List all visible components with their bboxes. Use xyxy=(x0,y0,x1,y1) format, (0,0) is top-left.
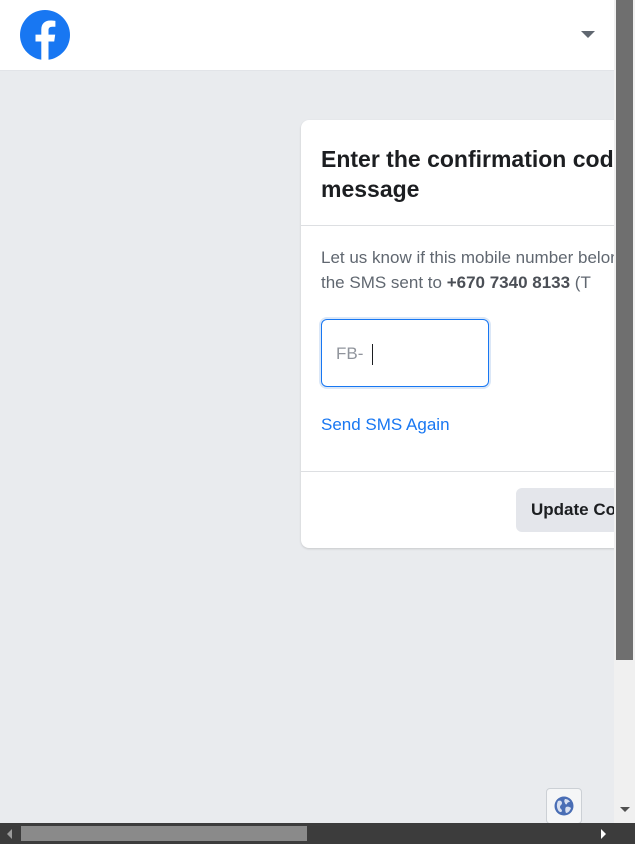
horizontal-scroll-thumb[interactable] xyxy=(21,826,307,841)
vertical-scroll-thumb[interactable] xyxy=(616,0,633,660)
phone-number: +670 7340 8133 xyxy=(446,273,571,292)
card-title: Enter the confirmation code from the tex… xyxy=(321,146,614,202)
vertical-scrollbar[interactable] xyxy=(614,0,635,823)
caret-down-icon[interactable] xyxy=(581,31,595,38)
code-prefix: FB- xyxy=(336,344,364,363)
horizontal-scrollbar[interactable] xyxy=(0,823,635,844)
description-prefix: Let us know if this mobile number belong… xyxy=(321,248,614,267)
language-button[interactable] xyxy=(546,788,582,823)
footer-divider xyxy=(301,471,614,472)
description-middle: the SMS sent to xyxy=(321,273,442,292)
globe-icon xyxy=(554,796,574,816)
send-sms-again-link[interactable]: Send SMS Again xyxy=(321,414,450,436)
card-description: Let us know if this mobile number belong… xyxy=(321,245,614,295)
scroll-right-arrow-icon[interactable] xyxy=(601,829,606,839)
facebook-logo-icon[interactable] xyxy=(20,10,70,60)
top-bar xyxy=(0,0,614,71)
title-divider xyxy=(301,225,614,226)
description-suffix: (T xyxy=(570,273,591,292)
confirmation-card: Enter the confirmation code from the tex… xyxy=(301,120,614,548)
scroll-down-arrow-icon[interactable] xyxy=(620,807,630,812)
update-contact-info-button[interactable]: Update Contact Info xyxy=(516,488,614,532)
scroll-left-arrow-icon[interactable] xyxy=(7,829,12,839)
confirmation-code-input[interactable] xyxy=(372,338,472,368)
text-cursor xyxy=(372,344,373,365)
main-content: Enter the confirmation code from the tex… xyxy=(0,71,614,823)
confirmation-code-field[interactable]: FB- xyxy=(321,319,489,387)
